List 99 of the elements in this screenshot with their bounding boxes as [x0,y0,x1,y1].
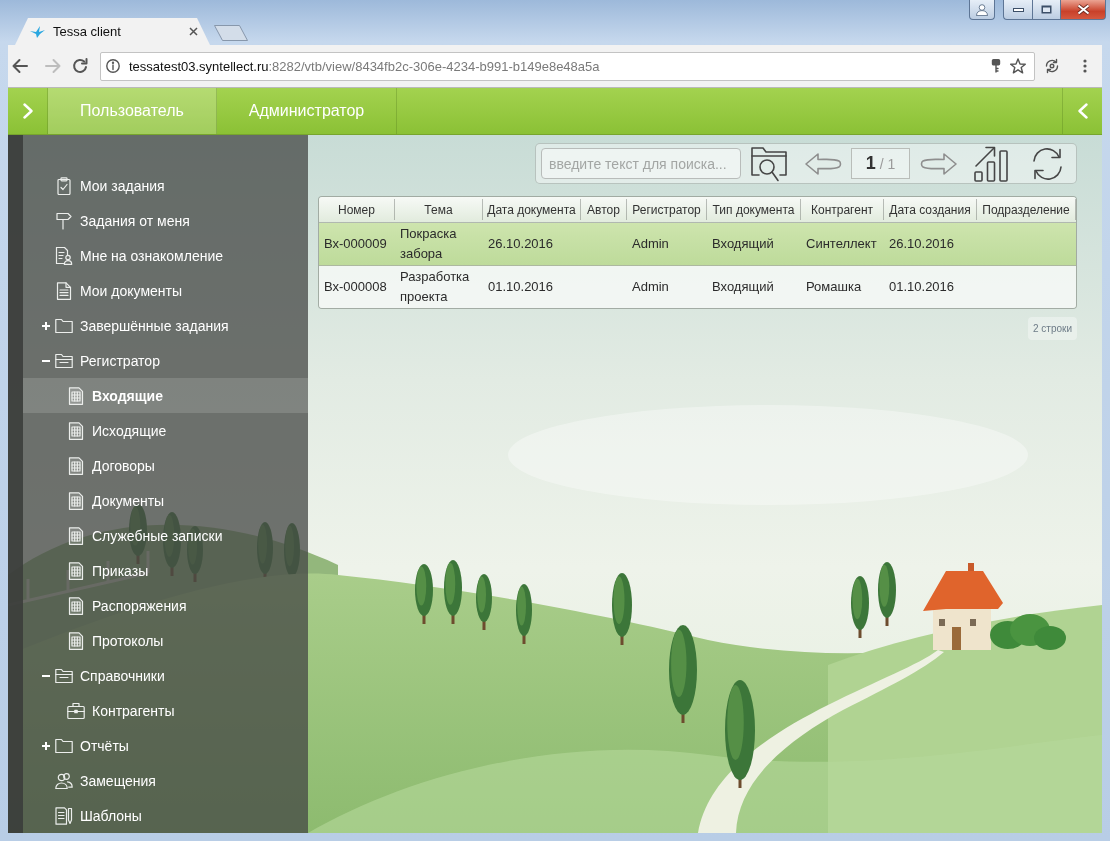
folder-icon [55,316,73,335]
document-icon [55,281,73,300]
table-cell-text: 26.10.2016 [888,235,956,253]
sidebar-item[interactable]: Исходящие [23,413,308,448]
plus-icon[interactable] [42,321,50,330]
url-text: tessatest03.syntellect.ru:8282/vtb/view/8434fb2c-306e-4234-b991-b149e8e48a5a [129,58,600,74]
sidebar-item[interactable]: Замещения [23,763,308,798]
open-folder-icon [55,351,73,370]
tree [444,560,462,624]
table-cell-text: Вх-000009 [323,235,388,253]
sidebar-item[interactable]: Мои задания [23,168,308,203]
sidebar-item[interactable]: Шаблоны [23,798,308,833]
star-icon[interactable] [1010,58,1026,74]
table-cell-text: Admin [631,278,670,296]
grid-document-icon [67,631,85,650]
grid-document-icon [67,386,85,405]
table-cell-text: Admin [631,235,670,253]
table-cell-text: Разработка проекта [399,268,471,306]
key-icon[interactable] [991,59,1001,73]
table-cell-text: 01.10.2016 [888,278,956,296]
plus-icon[interactable] [42,741,50,750]
back-icon[interactable] [12,58,28,74]
bird-icon [30,25,45,38]
grid-document-icon [67,561,85,580]
browser-tab[interactable]: Tessa client [15,18,210,45]
info-icon[interactable] [106,59,120,73]
sidebar-item[interactable]: Протоколы [23,623,308,658]
table-cell-text: Синтеллект [805,235,878,253]
grid-document-icon [67,491,85,510]
table-row[interactable]: Вх-000008 Разработка проекта 01.10.2016 Admin Входящий Ромашка 01.10.2016 [319,266,1076,308]
sidebar-item[interactable]: Контрагенты [23,693,308,728]
table-cell-text: 01.10.2016 [487,278,555,296]
circular-arrows-icon[interactable] [1044,58,1060,74]
briefcase-icon [67,701,85,720]
column-header[interactable]: Регистратор [627,199,707,220]
column-header[interactable]: Контрагент [801,199,884,220]
table-cell-text: Вх-000008 [323,278,388,296]
column-header[interactable]: Номер [319,199,395,220]
chevron-right-icon [22,103,33,119]
page-field[interactable]: 1 / 1 [851,148,910,179]
sidebar-item[interactable]: Мне на ознакомление [23,238,308,273]
menu-icon[interactable] [1083,59,1087,73]
close-icon[interactable] [189,27,198,36]
search-field[interactable]: введите текст для поиска... [541,148,741,179]
maximize-button[interactable] [1032,0,1060,20]
tree [415,564,433,624]
table-row[interactable]: Вх-000009 Покраска забора 26.10.2016 Admin Входящий Синтеллект 26.10.2016 [319,223,1076,266]
signpost-icon [55,211,73,230]
column-header[interactable]: Подразделение [977,199,1076,220]
column-header[interactable]: Дата создания [884,199,977,220]
column-header[interactable]: Дата документа [483,199,581,220]
sidebar-item[interactable]: Мои документы [23,273,308,308]
grid-document-icon [67,421,85,440]
open-folder-icon [55,666,73,685]
people-icon [55,771,73,790]
sidebar-item[interactable]: Входящие [23,378,308,413]
maximize-icon [1041,5,1052,14]
minimize-icon [1012,7,1024,12]
chevron-left-icon [1077,103,1088,119]
table-cell-text: Покраска забора [399,225,458,263]
sidebar-item[interactable]: Задания от меня [23,203,308,238]
table-cell-text: Входящий [711,278,775,296]
table-cell-text: 26.10.2016 [487,235,555,253]
tree [878,562,896,626]
table-cell-text: Ромашка [805,278,863,296]
folder-icon [55,736,73,755]
grid-document-icon [67,456,85,475]
clipboard-check-icon [55,176,73,195]
grid-document-icon [67,596,85,615]
reload-icon[interactable] [72,58,88,74]
close-icon [1076,4,1090,15]
close-button[interactable] [1060,0,1106,20]
column-header[interactable]: Тип документа [707,199,801,220]
sidebar-item[interactable]: Приказы [23,553,308,588]
bar-chart-icon[interactable] [974,145,1011,182]
document-pencil-icon [55,806,73,825]
folder-search-icon[interactable] [750,145,788,182]
profile-button[interactable] [969,0,995,20]
sidebar-item[interactable]: Справочники [23,658,308,693]
grid-document-icon [67,526,85,545]
sidebar-item[interactable]: Отчёты [23,728,308,763]
tree [612,573,632,645]
sidebar-item[interactable]: Распоряжения [23,588,308,623]
column-header[interactable]: Тема [395,199,483,220]
minimize-button[interactable] [1003,0,1032,20]
tree [476,574,492,630]
table-cell-text: Входящий [711,235,775,253]
sidebar-item[interactable]: Договоры [23,448,308,483]
address-bar[interactable]: tessatest03.syntellect.ru:8282/vtb/view/8434fb2c-306e-4234-b991-b149e8e48a5a [100,51,1035,81]
sidebar-item[interactable]: Регистратор [23,343,308,378]
sidebar-item[interactable]: Документы [23,483,308,518]
column-header[interactable]: Автор [581,199,627,220]
tree [516,584,532,644]
sidebar-item[interactable]: Служебные записки [23,518,308,553]
sidebar-item[interactable]: Завершённые задания [23,308,308,343]
tree [851,576,869,638]
row-count-label: 2 строки [1028,317,1077,340]
document-person-icon [55,246,73,265]
person-icon [976,3,988,16]
